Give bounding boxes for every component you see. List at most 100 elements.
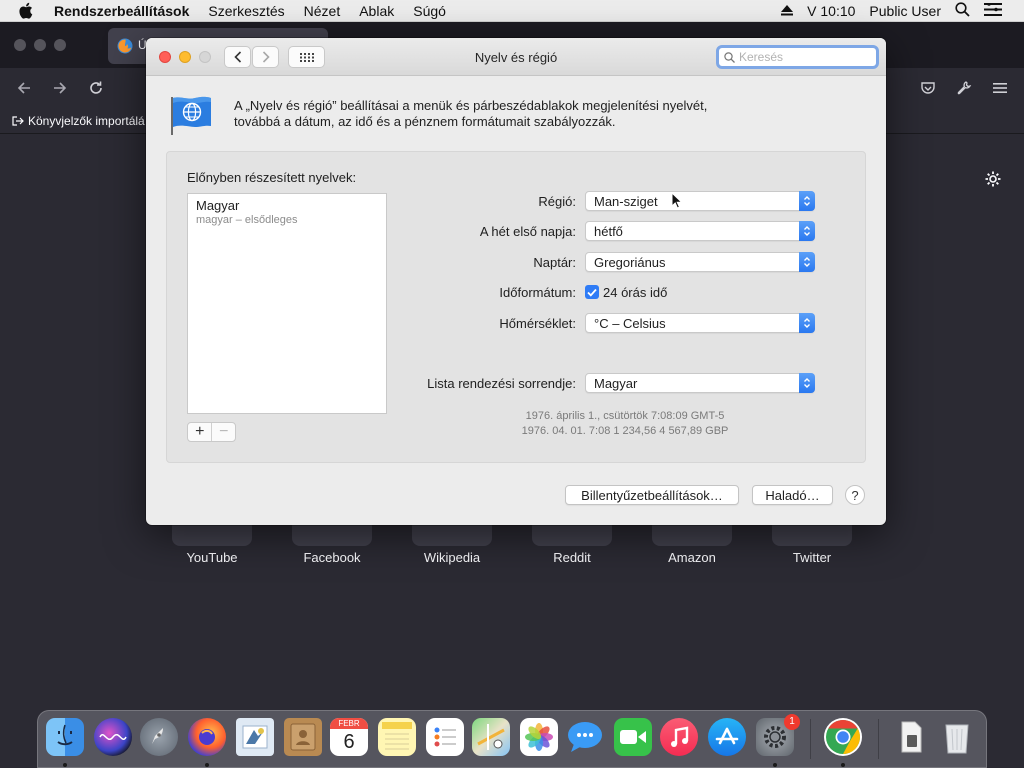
language-name: Magyar [196,198,240,213]
system-preferences-icon[interactable]: 1 [756,714,800,756]
format-sample-line-2: 1976. 04. 01. 7:08 1 234,56 4 567,89 GBP [505,425,745,437]
keyboard-preferences-button[interactable]: Billentyűzetbeállítások… [565,485,739,505]
region-value: Man-sziget [594,193,658,209]
top-site-label: YouTube [186,550,238,565]
dock-separator [810,719,811,759]
remove-language-button[interactable]: − [211,423,235,441]
import-bookmarks-item[interactable]: Könyvjelzők importálá [12,114,145,128]
popup-arrows-icon [799,191,815,211]
first-day-value: hétfő [594,223,623,239]
newtab-settings-gear-icon[interactable] [984,170,1002,193]
flag-globe-icon [169,95,213,140]
region-row: Régió: Man-sziget [347,190,815,212]
finder-icon[interactable] [46,718,84,756]
menu-clock[interactable]: V 10:10 [807,3,855,19]
firefox-zoom-dot[interactable] [54,39,66,51]
sort-order-popup[interactable]: Magyar [585,373,815,393]
eject-icon[interactable] [781,3,794,19]
top-site-label: Amazon [668,550,716,565]
sort-order-label: Lista rendezési sorrendje: [427,375,576,391]
control-center-icon[interactable] [984,2,1002,19]
prefs-search-box[interactable] [716,45,879,69]
running-indicator [63,763,67,767]
firefox-icon[interactable] [188,718,226,756]
import-bookmarks-label: Könyvjelzők importálá [28,114,145,128]
time-format-checkbox[interactable]: 24 órás idő [585,285,667,300]
facetime-icon[interactable] [614,718,652,756]
wrench-icon[interactable] [956,80,972,101]
temperature-popup[interactable]: °C – Celsius [585,313,815,333]
region-popup[interactable]: Man-sziget [585,191,815,211]
add-language-button[interactable]: + [188,423,211,441]
hamburger-menu-icon[interactable] [992,80,1008,101]
language-detail: magyar – elsődleges [196,214,298,226]
menu-window[interactable]: Ablak [359,3,394,19]
format-sample-line-1: 1976. április 1., csütörtök 7:08:09 GMT-… [525,410,725,422]
reminders-icon[interactable] [426,718,464,756]
top-site-wikipedia[interactable]: Wikipedia [392,520,512,565]
pocket-icon[interactable] [920,80,936,101]
running-indicator [205,763,209,767]
menu-bar: Rendszerbeállítások Szerkesztés Nézet Ab… [0,0,1024,22]
maps-icon[interactable] [472,718,510,756]
contacts-icon[interactable] [284,718,322,756]
description-line-2: továbbá a dátum, az idő és a pénznem for… [234,114,616,129]
language-region-window: Nyelv és régió A „Nyelv és régió” beállí… [146,38,886,525]
apple-menu-icon[interactable] [18,2,38,19]
first-day-label: A hét első napja: [479,223,576,239]
sort-order-row: Lista rendezési sorrendje: Magyar [347,372,815,394]
help-button[interactable]: ? [845,485,865,505]
mail-icon[interactable] [236,718,274,756]
siri-icon[interactable] [94,718,132,756]
region-label: Régió: [538,193,576,209]
downloads-stack-icon[interactable] [892,718,930,756]
sample-number: 1 234,56 [613,425,657,437]
photos-icon[interactable] [520,718,558,756]
running-indicator [841,763,845,767]
messages-icon[interactable] [566,718,604,756]
back-arrow-icon[interactable] [16,80,32,101]
settings-panel: Előnyben részesített nyelvek: Magyar mag… [166,151,866,463]
first-day-popup[interactable]: hétfő [585,221,815,241]
popup-arrows-icon [799,252,815,272]
calendar-label: Naptár: [533,254,576,270]
advanced-button[interactable]: Haladó… [752,485,833,505]
time-format-row: Időformátum: 24 órás idő [347,281,667,303]
first-day-row: A hét első napja: hétfő [347,220,815,242]
firefox-close-dot[interactable] [14,39,26,51]
launchpad-icon[interactable] [140,718,178,756]
spotlight-search-icon[interactable] [955,2,970,20]
top-site-label: Reddit [553,550,591,565]
trash-icon[interactable] [938,718,976,756]
top-site-reddit[interactable]: Reddit [512,520,632,565]
window-titlebar: Nyelv és régió [146,38,886,76]
search-input[interactable] [739,50,869,64]
top-site-facebook[interactable]: Facebook [272,520,392,565]
menu-view[interactable]: Nézet [304,3,341,19]
top-site-youtube[interactable]: YouTube [152,520,272,565]
calendar-row: Naptár: Gregoriánus [347,251,815,273]
menu-user[interactable]: Public User [869,3,941,19]
firefox-minimize-dot[interactable] [34,39,46,51]
calendar-popup[interactable]: Gregoriánus [585,252,815,272]
reload-icon[interactable] [88,80,104,101]
chrome-icon[interactable] [824,718,862,756]
running-indicator [773,763,777,767]
forward-arrow-icon[interactable] [52,80,68,101]
menu-help[interactable]: Súgó [413,3,446,19]
temperature-label: Hőmérséklet: [499,315,576,331]
menu-app-name[interactable]: Rendszerbeállítások [54,3,189,19]
top-site-amazon[interactable]: Amazon [632,520,752,565]
top-site-twitter[interactable]: Twitter [752,520,872,565]
import-icon [12,115,24,127]
menu-edit[interactable]: Szerkesztés [208,3,284,19]
popup-arrows-icon [799,373,815,393]
dock-separator [878,719,879,759]
music-icon[interactable] [660,718,698,756]
notes-icon[interactable] [378,718,416,756]
dock: FEBR 6 1 [37,710,987,768]
calendar-value: Gregoriánus [594,254,666,270]
calendar-month: FEBR [330,718,368,729]
calendar-icon[interactable]: FEBR 6 [330,718,368,756]
app-store-icon[interactable] [708,718,746,756]
